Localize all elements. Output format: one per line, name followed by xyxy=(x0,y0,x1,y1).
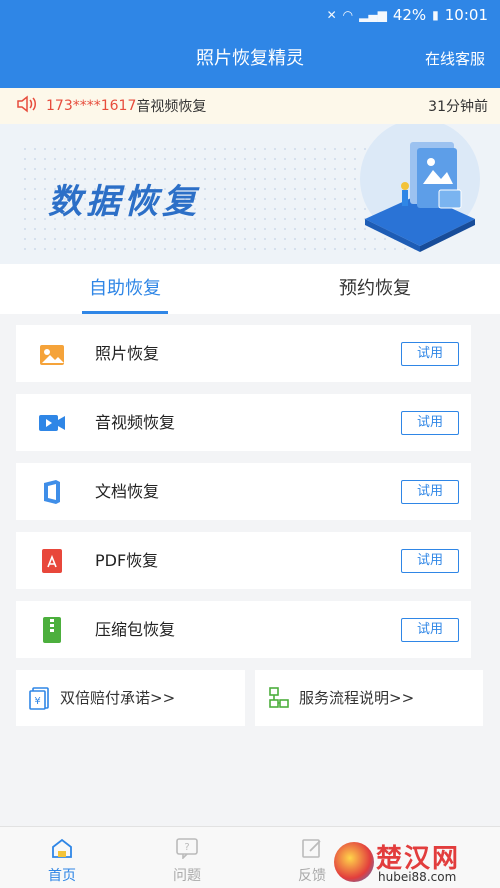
tab-label: 自助恢复 xyxy=(89,278,161,299)
notice-time: 31分钟前 xyxy=(428,99,488,115)
service-flow-card[interactable]: 服务流程说明>> xyxy=(255,670,483,726)
document-icon xyxy=(44,480,60,504)
video-icon xyxy=(39,415,65,431)
banner-illustration xyxy=(360,124,480,252)
tab-bar: 自助恢复 预约恢复 xyxy=(0,264,500,314)
signal-icon: ▂▄▆ xyxy=(359,8,387,22)
service-flow-label: 服务流程说明>> xyxy=(299,689,415,707)
recovery-item-video[interactable]: 音视频恢复 试用 xyxy=(16,394,471,451)
home-icon xyxy=(52,838,72,858)
flow-icon xyxy=(269,687,289,708)
tab-appointment-recovery[interactable]: 预约恢复 xyxy=(330,264,420,314)
try-button[interactable]: 试用 xyxy=(401,411,459,435)
battery-percent: 42% xyxy=(392,6,427,24)
nav-question[interactable]: ? 问题 xyxy=(147,827,227,888)
status-bar: ✕ ◠ ▂▄▆ 42% ▮ 10:01 xyxy=(0,0,500,30)
nav-label: 问题 xyxy=(173,868,201,884)
pdf-icon xyxy=(42,549,62,573)
feedback-icon xyxy=(302,839,321,858)
svg-text:¥: ¥ xyxy=(34,696,40,707)
recovery-item-label: 音视频恢复 xyxy=(95,413,176,432)
notice-message: 音视频恢复 xyxy=(136,99,207,115)
clock: 10:01 xyxy=(444,6,488,24)
app-header: 照片恢复精灵 在线客服 xyxy=(0,30,500,88)
try-button[interactable]: 试用 xyxy=(401,549,459,573)
nav-label: 首页 xyxy=(48,868,76,884)
compensation-label: 双倍赔付承诺>> xyxy=(60,689,176,707)
banner: 数据恢复 xyxy=(0,124,500,264)
tab-label: 预约恢复 xyxy=(339,278,411,299)
question-icon: ? xyxy=(176,838,198,859)
watermark-url: hubei88.com xyxy=(378,870,457,884)
recovery-item-label: 文档恢复 xyxy=(95,482,160,501)
recovery-item-pdf[interactable]: PDF恢复 试用 xyxy=(16,532,471,589)
watermark: 楚汉网 hubei88.com xyxy=(334,838,494,884)
svg-text:?: ? xyxy=(184,842,189,853)
wifi-icon: ◠ xyxy=(342,8,354,22)
mute-icon: ✕ xyxy=(326,8,337,22)
watermark-logo xyxy=(334,842,374,882)
recovery-item-photo[interactable]: 照片恢复 试用 xyxy=(16,325,471,382)
notice-bar: 173****1617 音视频恢复 31分钟前 xyxy=(0,88,500,124)
try-button[interactable]: 试用 xyxy=(401,618,459,642)
compensation-card[interactable]: ¥ 双倍赔付承诺>> xyxy=(16,670,245,726)
tab-self-recovery[interactable]: 自助恢复 xyxy=(82,264,168,314)
zip-icon xyxy=(43,617,61,643)
notice-phone: 173****1617 xyxy=(46,98,137,114)
speaker-icon xyxy=(16,95,42,117)
recovery-item-zip[interactable]: 压缩包恢复 试用 xyxy=(16,601,471,658)
recovery-item-document[interactable]: 文档恢复 试用 xyxy=(16,463,471,520)
tab-indicator xyxy=(82,311,168,314)
try-button[interactable]: 试用 xyxy=(401,342,459,366)
compensation-icon: ¥ xyxy=(29,687,49,710)
try-button[interactable]: 试用 xyxy=(401,480,459,504)
recovery-item-label: 照片恢复 xyxy=(95,344,160,363)
photo-icon xyxy=(40,345,64,365)
recovery-item-label: PDF恢复 xyxy=(95,551,159,570)
nav-home[interactable]: 首页 xyxy=(22,827,102,888)
battery-icon: ▮ xyxy=(432,8,439,22)
banner-title: 数据恢复 xyxy=(48,182,200,222)
online-service-button[interactable]: 在线客服 xyxy=(425,30,485,88)
recovery-item-label: 压缩包恢复 xyxy=(95,620,176,639)
